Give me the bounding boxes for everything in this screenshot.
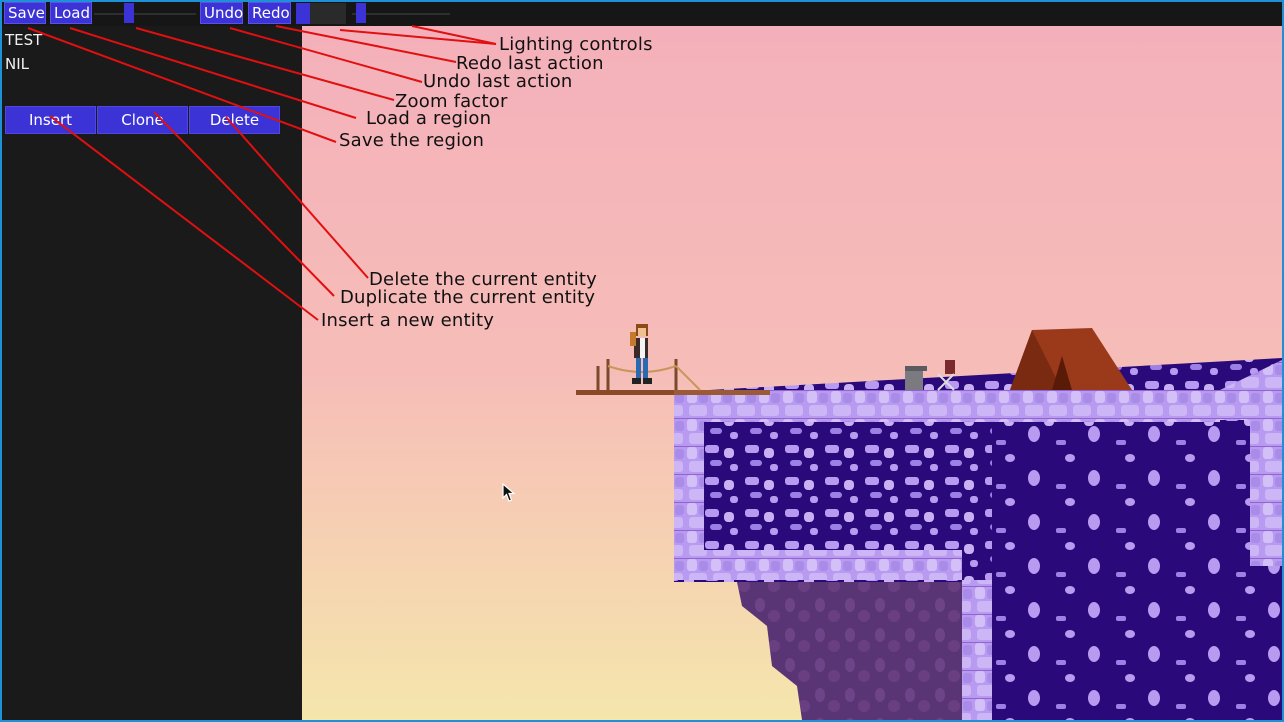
mouse-pointer-icon (502, 482, 516, 507)
load-button[interactable]: Load (50, 2, 92, 24)
redo-button[interactable]: Redo (248, 2, 291, 24)
clone-entity-button[interactable]: Clone (97, 106, 188, 134)
lighting-toggle-indicator (296, 3, 310, 24)
annotation-undo: Undo last action (423, 71, 573, 92)
cliff-inner-block (702, 426, 982, 546)
zoom-slider-thumb[interactable] (124, 3, 134, 23)
wooden-bridge-plank-2 (674, 390, 770, 395)
annotation-lighting-controls: Lighting controls (499, 34, 653, 55)
editor-toolbar: Save Load Undo Redo (2, 2, 1282, 26)
cliff-right-edge (1250, 406, 1282, 566)
save-button[interactable]: Save (4, 2, 46, 24)
cliff-bottom-edge (674, 550, 962, 580)
entity-sidebar: TEST NIL Insert Clone Delete (2, 26, 302, 720)
lighting-slider-thumb[interactable] (356, 3, 366, 23)
lighting-slider[interactable] (352, 2, 452, 26)
cliff-step-edge (962, 580, 992, 720)
insert-entity-button[interactable]: Insert (5, 106, 96, 134)
current-entity-name: NIL (5, 55, 30, 73)
annotation-save: Save the region (339, 130, 485, 151)
cliff-deep-rock (992, 426, 1282, 720)
zoom-slider[interactable] (94, 2, 198, 26)
wooden-bridge-plank (576, 390, 680, 395)
delete-entity-button[interactable]: Delete (189, 106, 280, 134)
zoom-slider-track (94, 13, 196, 15)
annotation-duplicate: Duplicate the current entity (340, 287, 596, 308)
annotation-load: Load a region (366, 108, 492, 129)
lighting-toggle[interactable] (296, 3, 346, 24)
lighting-slider-track (352, 13, 450, 15)
undo-button[interactable]: Undo (200, 2, 243, 24)
annotation-insert: Insert a new entity (321, 310, 495, 331)
region-name: TEST (5, 31, 43, 49)
